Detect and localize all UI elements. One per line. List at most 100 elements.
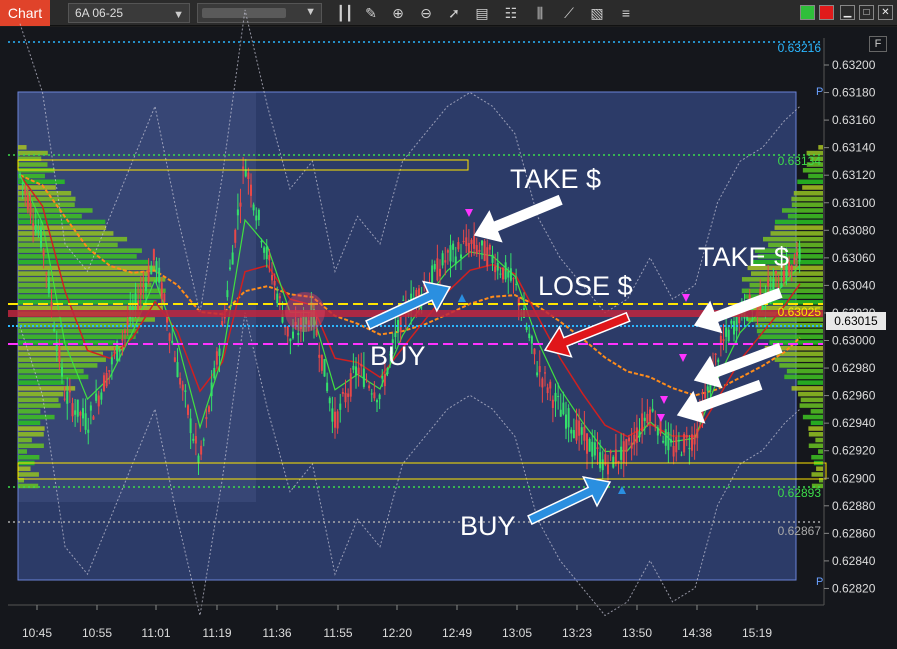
candle-body [554, 392, 557, 402]
candle-body [446, 250, 449, 253]
candle-body [782, 270, 785, 282]
volume-profile-bar [798, 391, 823, 397]
candle-body [475, 245, 478, 255]
candle-body [512, 278, 515, 280]
candle-body [34, 224, 37, 233]
volume-profile-bar [18, 368, 84, 374]
volume-profile-bar [816, 466, 823, 471]
y-tick-label: 0.63120 [832, 168, 876, 182]
annotation-take2: TAKE $ [698, 242, 789, 272]
candle-body [525, 326, 528, 330]
volume-profile-bar [18, 259, 150, 265]
candle-body [318, 354, 321, 358]
candle-body [82, 408, 84, 419]
annotation-lose: LOSE $ [538, 271, 633, 301]
candle-body [357, 367, 360, 375]
candle-body [341, 391, 344, 394]
candle-body [113, 351, 116, 354]
level-label: 0.63134 [778, 154, 822, 168]
candle-body [798, 246, 801, 262]
candle-body [672, 445, 675, 457]
candle-body [336, 411, 339, 429]
volume-profile-bar [797, 380, 823, 385]
candle-body [58, 346, 61, 362]
candle-body [328, 397, 331, 404]
candle-body [71, 403, 74, 417]
candle-body [467, 242, 470, 253]
volume-profile-bar [18, 162, 48, 167]
candle-body [95, 393, 98, 401]
profile-marker-p: P [816, 576, 823, 588]
candle-body [725, 327, 728, 337]
y-tick-label: 0.62920 [832, 444, 876, 458]
candle-body [229, 267, 231, 270]
candle-body [488, 244, 491, 250]
candle-body [502, 267, 504, 280]
volume-profile-bar [18, 466, 31, 471]
candle-body [465, 237, 468, 247]
candle-body [562, 402, 565, 415]
candle-body [352, 365, 355, 370]
candle-body [557, 396, 560, 398]
candle-body [722, 339, 725, 342]
candle-body [431, 265, 434, 284]
candle-body [680, 454, 683, 456]
candle-body [394, 332, 397, 338]
candle-body [609, 450, 612, 454]
candle-body [591, 441, 594, 457]
y-tick-label: 0.63080 [832, 223, 876, 237]
y-tick-label: 0.62960 [832, 389, 876, 403]
candle-body [110, 357, 113, 365]
f-button[interactable]: F [869, 36, 887, 52]
candle-body [504, 262, 507, 280]
candle-body [121, 339, 124, 341]
candle-body [21, 182, 24, 185]
candle-body [402, 299, 405, 301]
x-tick-label: 15:19 [742, 626, 772, 640]
candle-body [790, 265, 793, 271]
volume-profile-bar [18, 282, 152, 288]
volume-profile-bar [18, 420, 41, 426]
candle-body [578, 420, 581, 436]
candle-body [444, 260, 447, 263]
candle-body [103, 375, 105, 392]
candle-body [649, 409, 651, 422]
candle-body [368, 385, 371, 389]
candle-body [452, 243, 455, 250]
volume-profile-bar [799, 403, 823, 408]
candle-body [670, 439, 672, 443]
candle-body [268, 254, 271, 261]
volume-profile-bar [18, 454, 40, 460]
y-tick-label: 0.63140 [832, 141, 876, 155]
candle-body [696, 428, 699, 439]
volume-profile-bar [18, 351, 104, 357]
candle-body [486, 247, 489, 267]
candle-body [365, 379, 368, 381]
candle-body [236, 209, 239, 216]
y-tick-label: 0.62940 [832, 416, 876, 430]
candle-body [79, 412, 82, 416]
candle-body [218, 348, 221, 356]
candle-body [53, 328, 56, 332]
volume-profile-bar [781, 208, 823, 213]
candle-body [339, 403, 342, 410]
volume-profile-bar [18, 202, 75, 207]
y-tick-label: 0.63200 [832, 58, 876, 72]
candle-body [704, 392, 707, 399]
candle-body [45, 272, 48, 274]
candle-body [583, 426, 586, 441]
annotation-buy2: BUY [460, 511, 516, 541]
candle-body [184, 390, 187, 392]
volume-profile-bar [811, 454, 823, 460]
candle-body [29, 202, 32, 216]
candle-body [289, 338, 292, 342]
candle-body [633, 434, 636, 445]
volume-profile-bar [18, 391, 64, 397]
candle-body [61, 366, 63, 377]
volume-profile-bar [18, 403, 61, 408]
y-tick-label: 0.63180 [832, 86, 876, 100]
candle-body [97, 395, 100, 407]
candle-body [42, 250, 45, 256]
price-chart[interactable]: 0.63216 0.63134 0.63025 0.62893 0.62867 0.63… [0, 0, 897, 649]
profile-marker-p: P [816, 86, 823, 98]
